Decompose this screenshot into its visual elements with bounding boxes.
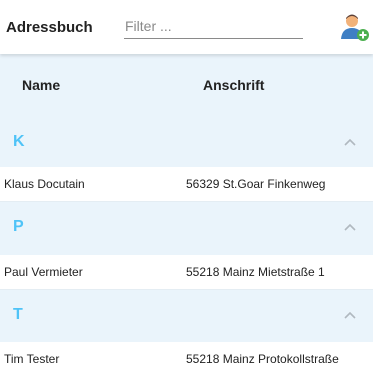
group-letter: P xyxy=(13,218,24,235)
contact-address: 56329 St.Goar Finkenweg xyxy=(186,177,326,191)
chevron-up-icon[interactable] xyxy=(343,222,357,232)
group-letter: K xyxy=(13,133,25,150)
table-header: Name Anschrift xyxy=(0,54,373,117)
contact-address: 55218 Mainz Mietstraße 1 xyxy=(186,265,325,279)
group-header-p[interactable]: P xyxy=(0,202,373,252)
list-item[interactable]: Tim Tester 55218 Mainz Protokollstraße xyxy=(0,342,373,369)
contact-name: Paul Vermieter xyxy=(4,265,83,279)
app-bar: Adressbuch xyxy=(0,0,373,54)
column-header-address[interactable]: Anschrift xyxy=(203,77,264,93)
chevron-up-icon[interactable] xyxy=(343,137,357,147)
list-item[interactable]: Klaus Docutain 56329 St.Goar Finkenweg xyxy=(0,167,373,202)
add-contact-icon xyxy=(341,14,369,41)
chevron-up-icon[interactable] xyxy=(343,310,357,320)
list-item[interactable]: Paul Vermieter 55218 Mainz Mietstraße 1 xyxy=(0,255,373,290)
contact-address: 55218 Mainz Protokollstraße xyxy=(186,352,339,366)
address-list: Name Anschrift K Klaus Docutain 56329 St… xyxy=(0,54,373,369)
contact-name: Klaus Docutain xyxy=(4,177,85,191)
group-letter: T xyxy=(13,306,23,323)
contact-name: Tim Tester xyxy=(4,352,60,366)
app-title: Adressbuch xyxy=(6,19,93,36)
column-header-name[interactable]: Name xyxy=(22,77,60,93)
group-header-t[interactable]: T xyxy=(0,290,373,340)
add-contact-button[interactable] xyxy=(340,12,370,42)
group-header-k[interactable]: K xyxy=(0,117,373,167)
filter-input[interactable] xyxy=(124,14,303,39)
